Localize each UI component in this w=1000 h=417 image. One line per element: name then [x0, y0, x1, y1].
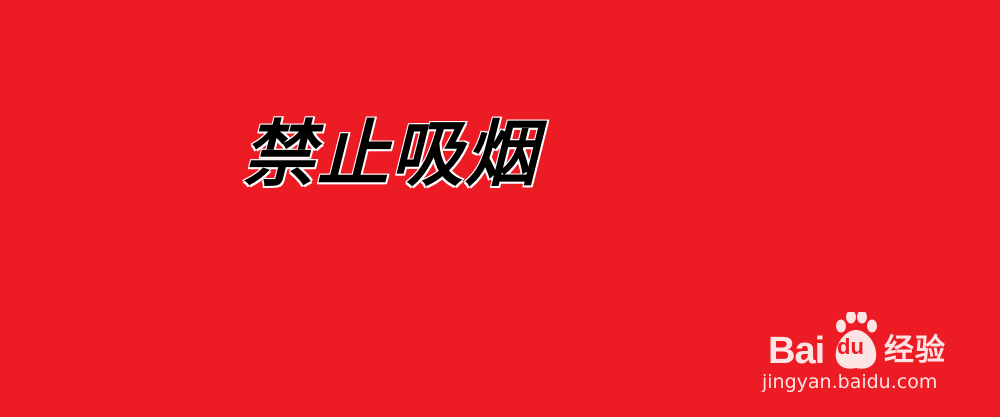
watermark-url: jingyan.baidu.com — [762, 371, 938, 393]
baidu-jingyan-watermark: Bai du 经验 jingyan.baidu.com — [760, 308, 990, 408]
watermark-brand-bai: Bai — [768, 330, 825, 372]
no-smoking-text: 禁止吸烟 — [238, 111, 557, 197]
no-smoking-banner: 禁止吸烟 Bai du 经验 jingyan.baidu.com — [0, 0, 1000, 417]
watermark-brand-jingyan: 经验 — [884, 333, 946, 368]
watermark-brand-du: du — [837, 334, 864, 359]
